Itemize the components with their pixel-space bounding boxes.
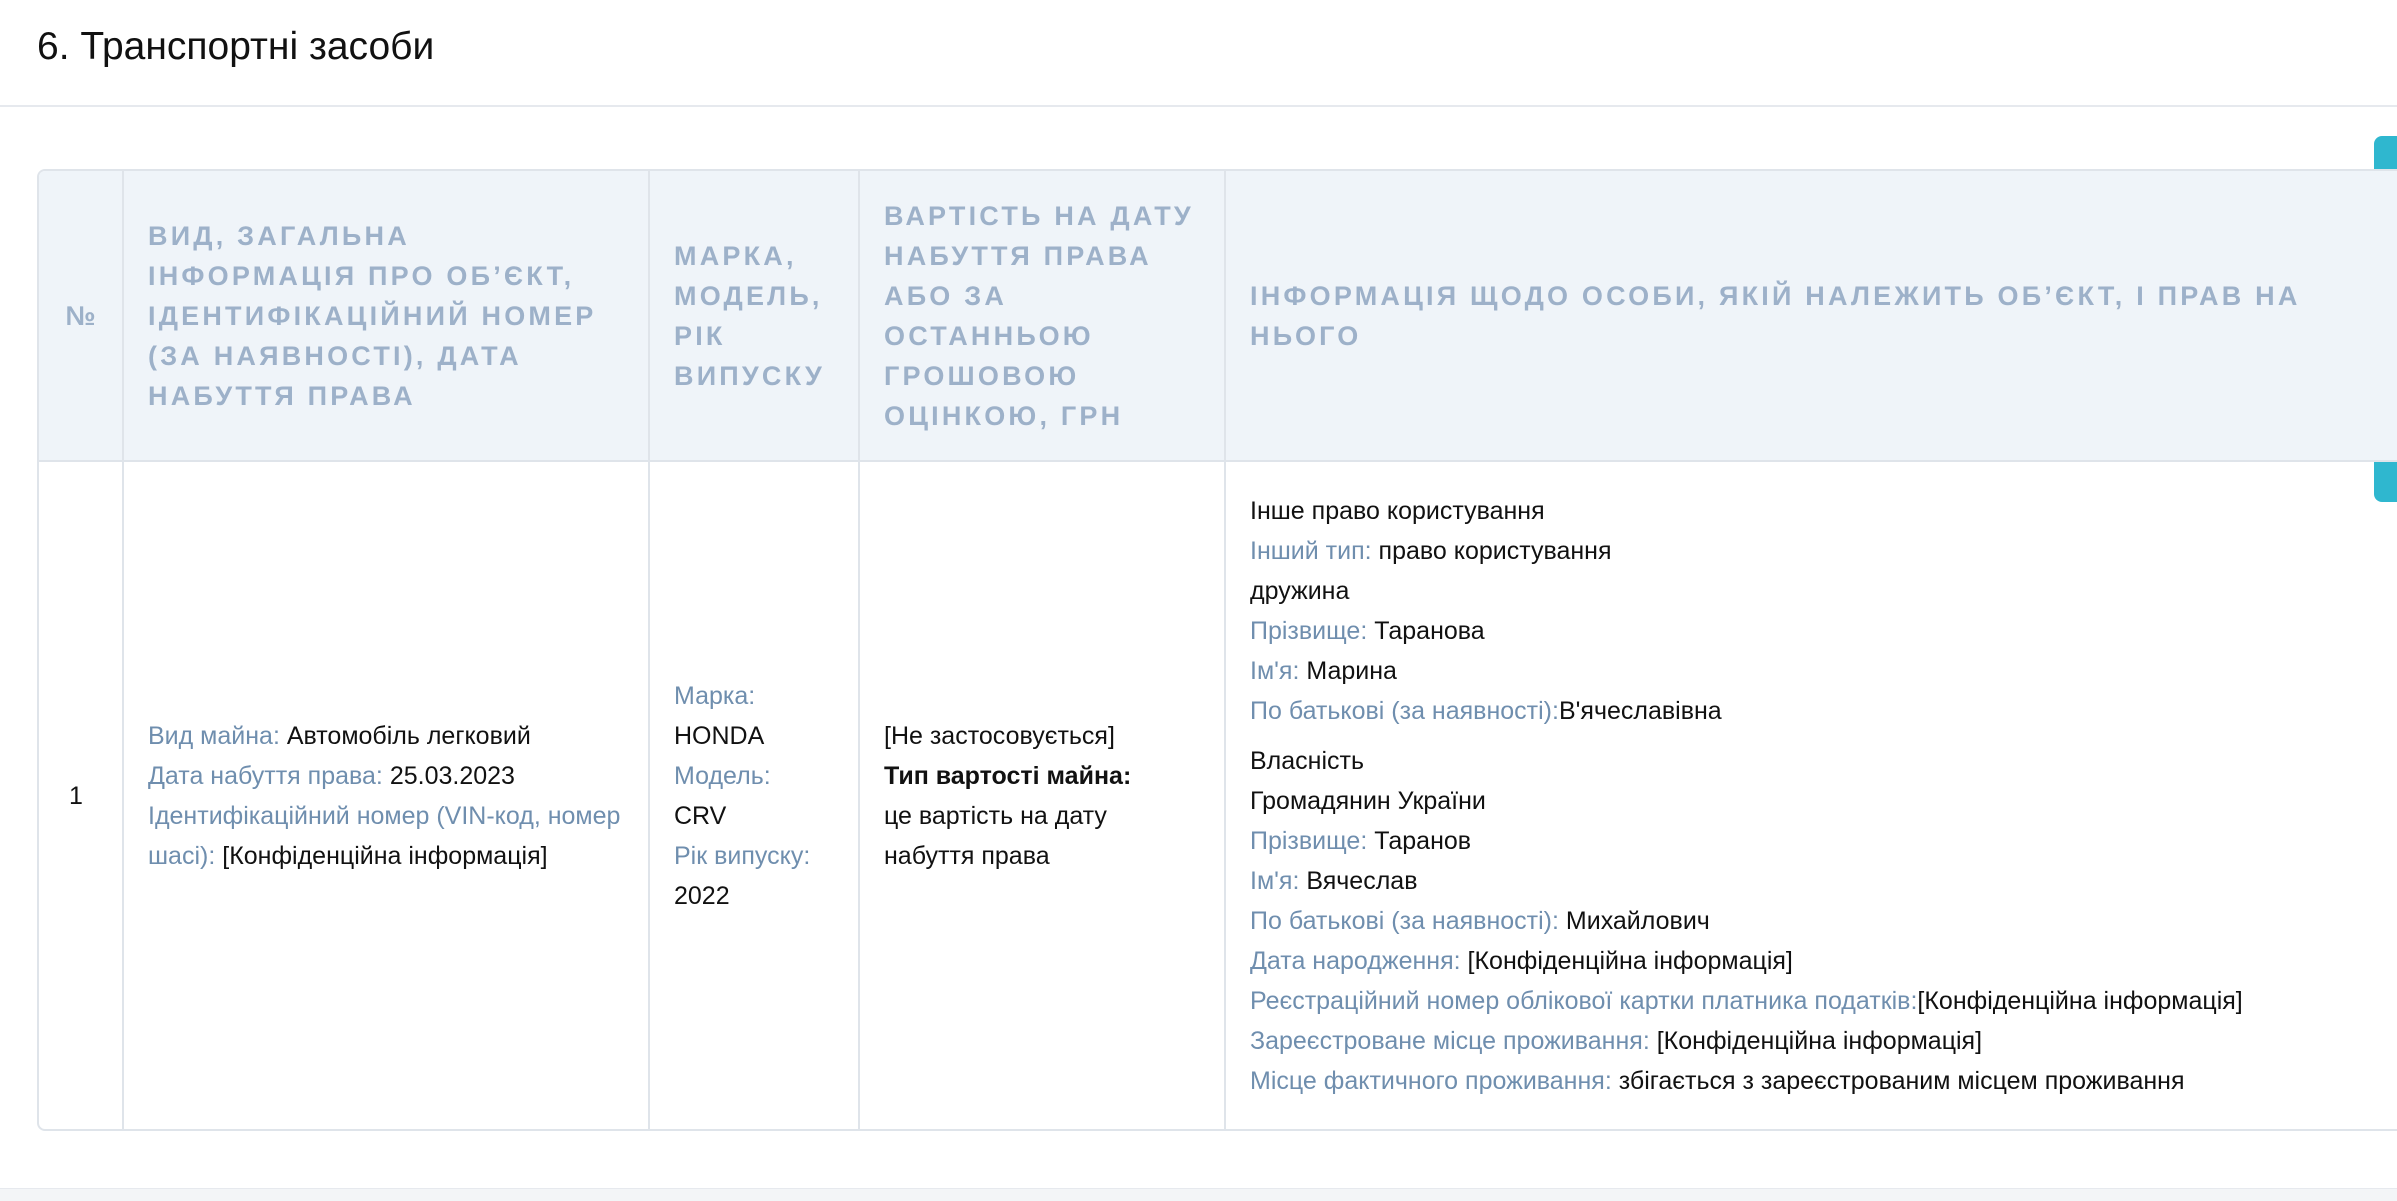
right1-surname-line: Прізвище: Таранова — [1250, 611, 2397, 651]
owner-right-2: Власність Громадянин України Прізвище: Т… — [1250, 741, 2397, 1101]
owner-right-1: Інше право користування Інший тип: право… — [1250, 491, 2397, 731]
right1-name-label: Ім'я: — [1250, 656, 1300, 685]
right1-type: Інше право користування — [1250, 496, 1545, 525]
cell-object-info: Вид майна: Автомобіль легковий Дата набу… — [123, 461, 650, 1129]
right2-type: Власність — [1250, 746, 1365, 775]
right2-patronymic-line: По батькові (за наявності): Михайлович — [1250, 901, 2397, 941]
row-number: 1 — [39, 461, 124, 1129]
make-value: HONDA — [674, 721, 765, 750]
right1-other-type-label: Інший тип: — [1250, 536, 1372, 565]
right2-birth-line: Дата народження: [Конфіденційна інформац… — [1250, 941, 2397, 981]
right2-name-value: Вячеслав — [1299, 866, 1418, 895]
year-value: 2022 — [674, 881, 730, 910]
right2-tax-value: [Конфіденційна інформація] — [1917, 986, 2243, 1015]
right2-birth-value: [Конфіденційна інформація] — [1460, 946, 1793, 975]
section-title: 6. Транспортні засоби — [37, 25, 435, 68]
right1-other-type-value: право користування — [1371, 536, 1612, 565]
right2-actual-value: збігається з зареєстрованим місцем прожи… — [1611, 1066, 2185, 1095]
right2-reg-line: Зареєстроване місце проживання: [Конфіде… — [1250, 1021, 2397, 1061]
cell-owner-info: Інше право користування Інший тип: право… — [1225, 461, 2397, 1129]
right2-actual-label: Місце фактичного проживання: — [1250, 1066, 1612, 1095]
cell-brand-model: Марка: HONDA Модель: CRV Рік випуску: 20… — [649, 461, 860, 1129]
kind-label: Вид майна: — [148, 721, 280, 750]
right1-patronymic-value: В'ячеславівна — [1558, 696, 1722, 725]
vin-value: [Конфіденційна інформація] — [215, 841, 548, 870]
value-type-label: Тип вартості майна: — [884, 761, 1132, 790]
right2-surname-label: Прізвище: — [1250, 826, 1368, 855]
right2-tax-label: Реєстраційний номер облікової картки пла… — [1250, 986, 1918, 1015]
model-label: Модель: — [674, 761, 771, 790]
right1-other-type-line: Інший тип: право користування — [1250, 531, 2397, 571]
value-amount: [Не застосовується] — [884, 721, 1115, 750]
right1-surname-label: Прізвище: — [1250, 616, 1368, 645]
right2-patronymic-label: По батькові (за наявності): — [1250, 906, 1559, 935]
make-label: Марка: — [674, 681, 756, 710]
date-label: Дата набуття права: — [148, 761, 383, 790]
right2-surname-value: Таранов — [1367, 826, 1472, 855]
right2-reg-label: Зареєстроване місце проживання: — [1250, 1026, 1650, 1055]
kind-line: Вид майна: Автомобіль легковий — [148, 716, 624, 756]
right2-actual-line: Місце фактичного проживання: збігається … — [1250, 1061, 2397, 1101]
header-value: Вартість на дату набуття права або за ос… — [859, 171, 1226, 462]
vehicles-table-wrapper: № Вид, загальна інформація про об’єкт, і… — [37, 169, 2397, 1131]
right1-name-line: Ім'я: Марина — [1250, 651, 2397, 691]
right2-name-line: Ім'я: Вячеслав — [1250, 861, 2397, 901]
right1-patronymic-label: По батькові (за наявності): — [1250, 696, 1559, 725]
header-owner-info: Інформація щодо особи, якій належить об’… — [1225, 171, 2397, 462]
year-label: Рік випуску: — [674, 841, 811, 870]
right2-surname-line: Прізвище: Таранов — [1250, 821, 2397, 861]
header-number: № — [39, 171, 124, 462]
model-value: CRV — [674, 801, 727, 830]
date-line: Дата набуття права: 25.03.2023 — [148, 756, 624, 796]
footer-strip — [0, 1188, 2397, 1201]
header-object-info: Вид, загальна інформація про об’єкт, іде… — [123, 171, 650, 462]
vehicles-table: № Вид, загальна інформація про об’єкт, і… — [39, 171, 2397, 1129]
right2-citizenship: Громадянин України — [1250, 786, 1486, 815]
right2-patronymic-value: Михайлович — [1558, 906, 1710, 935]
right2-birth-label: Дата народження: — [1250, 946, 1461, 975]
section-header: 6. Транспортні засоби — [0, 0, 2397, 107]
right2-reg-value: [Конфіденційна інформація] — [1649, 1026, 1983, 1055]
kind-value: Автомобіль легковий — [279, 721, 531, 750]
cell-value: [Не застосовується] Тип вартості майна: … — [859, 461, 1226, 1129]
table-header-row: № Вид, загальна інформація про об’єкт, і… — [39, 171, 2397, 462]
date-value: 25.03.2023 — [382, 761, 515, 790]
right1-surname-value: Таранова — [1367, 616, 1485, 645]
right1-patronymic-line: По батькові (за наявності):В'ячеславівна — [1250, 691, 2397, 731]
table-row: 1 Вид майна: Автомобіль легковий Дата на… — [39, 461, 2397, 1129]
vin-line: Ідентифікаційний номер (VIN-код, номер ш… — [148, 796, 624, 876]
right2-name-label: Ім'я: — [1250, 866, 1300, 895]
header-brand-model: Марка, модель, рік випуску — [649, 171, 860, 462]
right1-relation: дружина — [1250, 576, 1350, 605]
value-type-value: це вартість на дату набуття права — [884, 801, 1107, 870]
right2-tax-line: Реєстраційний номер облікової картки пла… — [1250, 981, 2397, 1021]
right1-name-value: Марина — [1299, 656, 1397, 685]
